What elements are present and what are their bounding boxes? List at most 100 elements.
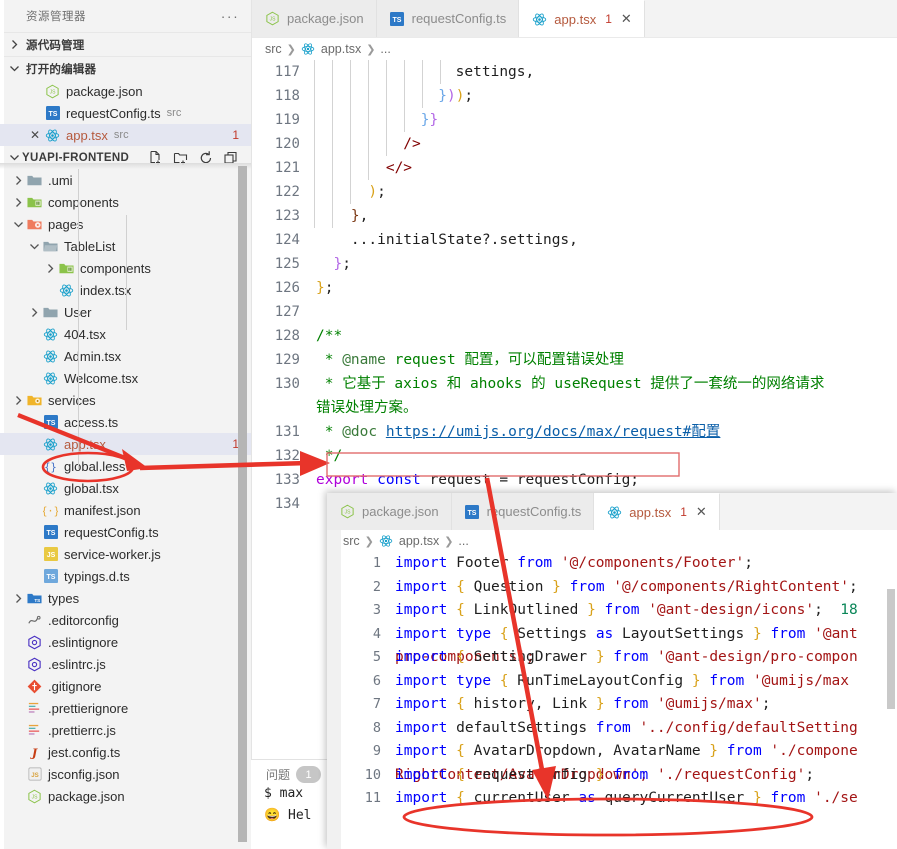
editor-tab[interactable]: JS package.json xyxy=(252,0,377,37)
sidebar-scrollbar[interactable] xyxy=(238,166,247,842)
editor-tab[interactable]: app.tsx 1 ✕ xyxy=(519,0,645,37)
tab-bar-filler xyxy=(644,0,897,37)
code-line[interactable]: 6 import type { RunTimeLayoutConfig } fro… xyxy=(327,670,897,694)
code-line[interactable]: 128 /** xyxy=(252,324,897,348)
chevron-right-icon[interactable] xyxy=(10,590,26,606)
code-line[interactable]: 121 </> xyxy=(252,156,897,180)
tree-file[interactable]: global.tsx xyxy=(0,477,251,499)
tree-item-label: package.json xyxy=(48,788,125,804)
chevron-right-icon[interactable] xyxy=(10,392,26,408)
overlay-code-content[interactable]: 1 import Footer from '@/components/Footer… xyxy=(327,552,897,811)
chevron-right-icon[interactable] xyxy=(26,304,42,320)
tree-file[interactable]: {·} manifest.json xyxy=(0,499,251,521)
close-icon[interactable]: ✕ xyxy=(621,11,632,27)
tree-file[interactable]: Admin.tsx xyxy=(0,345,251,367)
open-editor-item[interactable]: TS requestConfig.ts src xyxy=(0,102,251,124)
code-line[interactable]: 124 ...initialState?.settings, xyxy=(252,228,897,252)
tab-problems[interactable]: 问题 xyxy=(266,766,290,783)
editor-tab[interactable]: TS requestConfig.ts xyxy=(376,0,520,37)
tree-folder[interactable]: TS types xyxy=(0,587,251,609)
code-line[interactable]: 118 })); xyxy=(252,84,897,108)
more-actions-icon[interactable]: ··· xyxy=(219,6,241,26)
twisty-placeholder xyxy=(26,480,42,496)
code-line[interactable]: 4 import type { Settings as LayoutSetting… xyxy=(327,623,897,666)
code-line[interactable]: 126}; xyxy=(252,276,897,300)
code-line[interactable]: 119 }} xyxy=(252,108,897,132)
breadcrumb-file[interactable]: app.tsx xyxy=(399,534,439,548)
tree-file[interactable]: .eslintrc.js xyxy=(0,653,251,675)
tree-file[interactable]: .editorconfig xyxy=(0,609,251,631)
code-line[interactable]: 8 import defaultSettings from '../config/… xyxy=(327,717,897,741)
code-token: { xyxy=(499,672,509,689)
code-line[interactable]: 120 /> xyxy=(252,132,897,156)
tree-file[interactable]: TS typings.d.ts xyxy=(0,565,251,587)
code-line[interactable]: 7 import { history, Link } from '@umijs/m… xyxy=(327,693,897,717)
chevron-down-icon[interactable] xyxy=(10,216,26,232)
code-line[interactable]: 123 }, xyxy=(252,204,897,228)
code-line[interactable]: 1 import Footer from '@/components/Footer… xyxy=(327,552,897,576)
overlay-scrollbar[interactable] xyxy=(887,589,895,709)
tree-file[interactable]: TS requestConfig.ts xyxy=(0,521,251,543)
code-line[interactable]: 9 import { AvatarDropdown, AvatarName } f… xyxy=(327,740,897,783)
code-line[interactable]: 129 * @name request 配置，可以配置错误处理 xyxy=(252,348,897,372)
collapse-all-icon[interactable] xyxy=(223,150,239,166)
tree-folder[interactable]: .umi xyxy=(0,169,251,191)
breadcrumb-root[interactable]: src xyxy=(343,534,360,548)
code-line[interactable]: 3 import { LinkOutlined } from '@ant-desi… xyxy=(327,599,897,623)
code-token: from xyxy=(595,719,631,736)
tree-file[interactable]: {} global.less xyxy=(0,455,251,477)
editor-tab[interactable]: JS package.json xyxy=(327,493,452,530)
code-line[interactable]: 131 * @doc https://umijs.org/docs/max/re… xyxy=(252,420,897,444)
code-line[interactable]: 5 import { SettingDrawer } from '@ant-des… xyxy=(327,646,897,670)
section-open-editors[interactable]: 打开的编辑器 xyxy=(0,56,251,80)
close-icon[interactable]: ✕ xyxy=(696,504,707,520)
breadcrumb-root[interactable]: src xyxy=(265,42,282,56)
tree-folder[interactable]: components xyxy=(0,191,251,213)
tree-file[interactable]: Jjest.config.ts xyxy=(0,741,251,763)
new-folder-icon[interactable] xyxy=(173,150,189,166)
tree-file[interactable]: TS access.ts xyxy=(0,411,251,433)
tree-file[interactable]: JS service-worker.js xyxy=(0,543,251,565)
tree-file[interactable]: .prettierrc.js xyxy=(0,719,251,741)
tree-file[interactable]: .gitignore xyxy=(0,675,251,697)
code-line[interactable]: 10 import { requestConfig } from './reque… xyxy=(327,764,897,788)
code-line[interactable]: 2 import { Question } from '@/components/… xyxy=(327,576,897,600)
js-json-icon: JS xyxy=(339,504,355,520)
code-line[interactable]: 122 ); xyxy=(252,180,897,204)
code-line[interactable]: 125 }; xyxy=(252,252,897,276)
tree-file[interactable]: JS package.json xyxy=(0,785,251,807)
project-folder-header[interactable]: YUAPI-FRONTEND xyxy=(0,146,251,169)
tree-file[interactable]: app.tsx 1 xyxy=(0,433,251,455)
code-token: } xyxy=(429,112,439,128)
breadcrumb-file[interactable]: app.tsx xyxy=(321,42,361,56)
code-line[interactable]: 127 xyxy=(252,300,897,324)
code-line[interactable]: 117 settings, xyxy=(252,60,897,84)
refresh-icon[interactable] xyxy=(198,150,214,166)
chevron-right-icon[interactable] xyxy=(10,194,26,210)
new-file-icon[interactable] xyxy=(148,150,164,166)
code-line[interactable]: 132 */ xyxy=(252,444,897,468)
code-line[interactable]: 133 export const request = requestConfig; xyxy=(252,468,897,492)
tree-file[interactable]: JS jsconfig.json xyxy=(0,763,251,785)
chevron-right-icon[interactable] xyxy=(10,172,26,188)
code-line[interactable]: 130 * 它基于 axios 和 ahooks 的 useRequest 提供… xyxy=(252,372,897,420)
code-content[interactable]: 117 settings, 118 })); 119 }} 120 /> 121 </>… xyxy=(252,60,897,516)
chevron-down-icon[interactable] xyxy=(26,238,42,254)
code-line[interactable]: 11 import { currentUser as queryCurrentUs… xyxy=(327,787,897,811)
section-source-control[interactable]: 源代码管理 xyxy=(0,32,251,56)
tree-file[interactable]: .prettierignore xyxy=(0,697,251,719)
editor-tab[interactable]: TS requestConfig.ts xyxy=(451,493,595,530)
chevron-right-icon[interactable] xyxy=(42,260,58,276)
breadcrumb-more[interactable]: ... xyxy=(380,42,390,56)
close-icon[interactable]: ✕ xyxy=(26,128,44,142)
tree-file[interactable]: Welcome.tsx xyxy=(0,367,251,389)
tree-file[interactable]: .eslintignore xyxy=(0,631,251,653)
breadcrumb-more[interactable]: ... xyxy=(458,534,468,548)
open-editor-item[interactable]: JS package.json xyxy=(0,80,251,102)
editor-tab[interactable]: app.tsx 1 ✕ xyxy=(594,493,720,530)
tree-folder[interactable]: services xyxy=(0,389,251,411)
open-editor-item[interactable]: ✕ app.tsx src 1 xyxy=(0,124,251,146)
